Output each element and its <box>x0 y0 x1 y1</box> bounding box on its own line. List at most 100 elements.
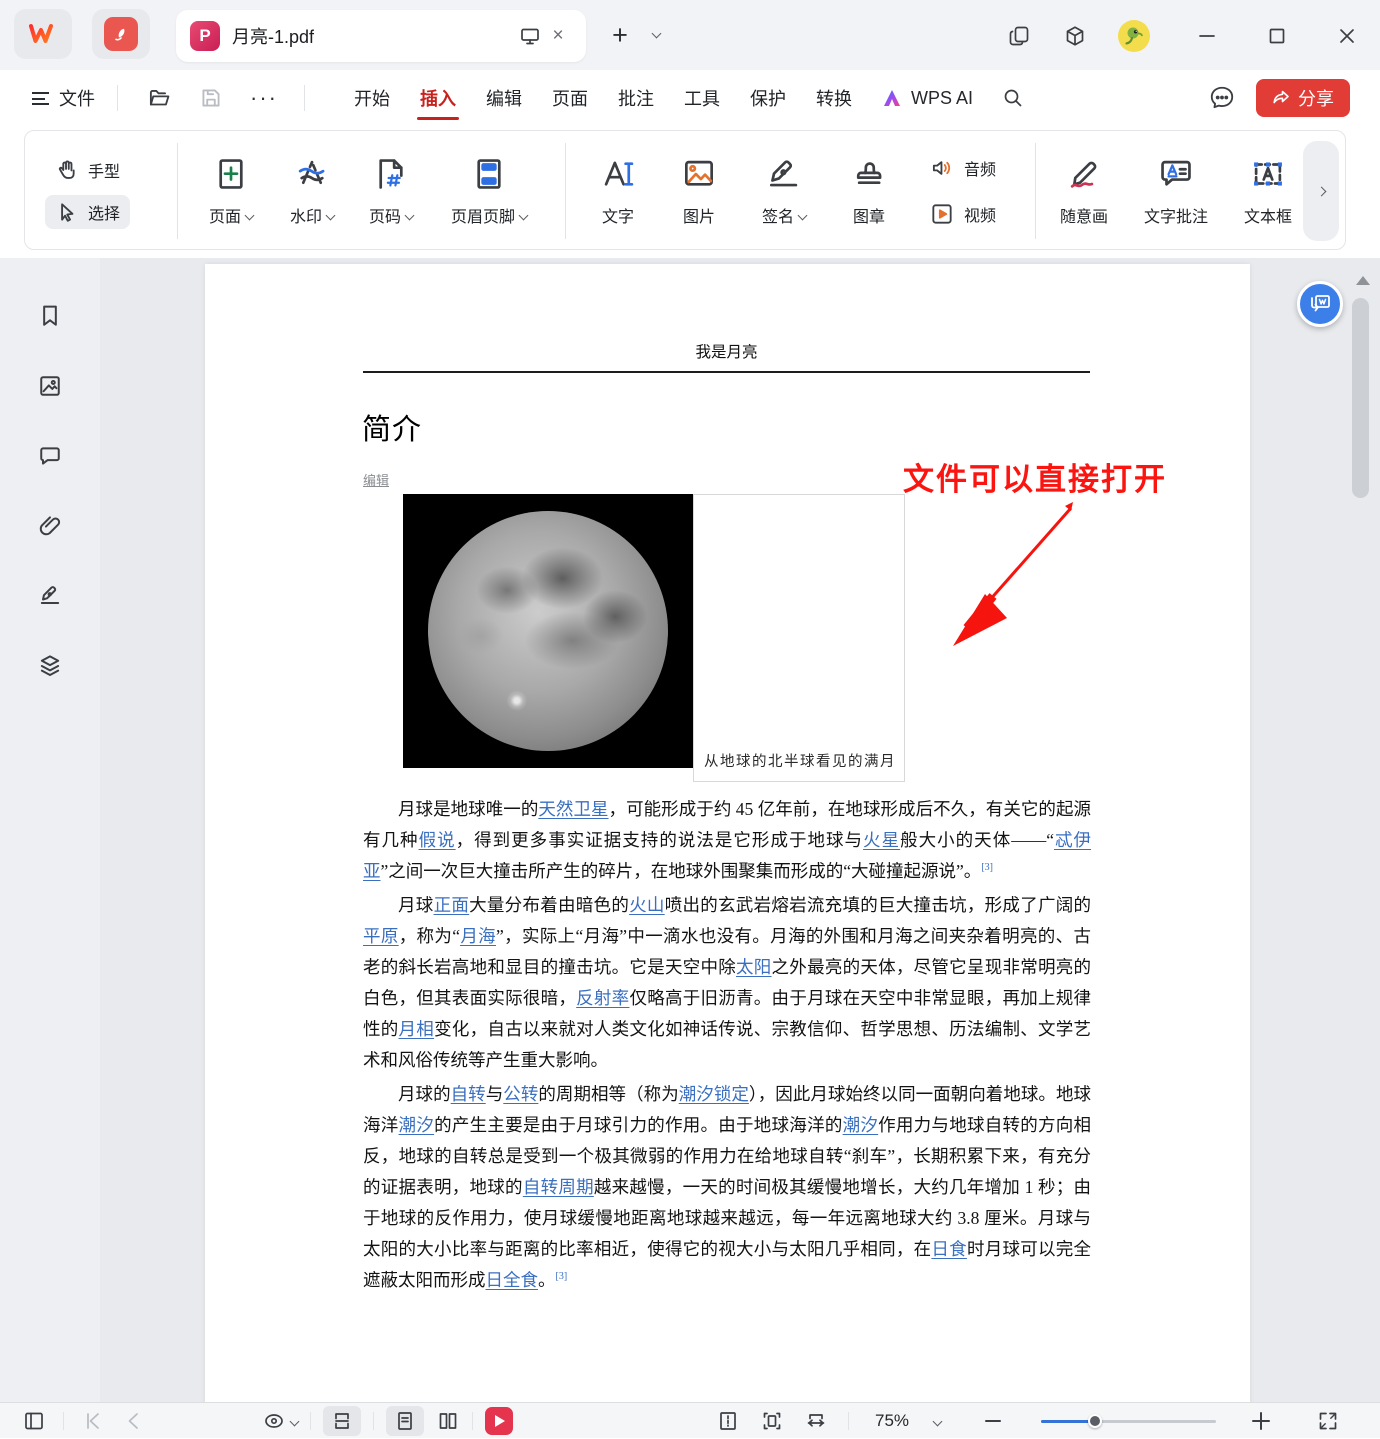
scrollbar-thumb[interactable] <box>1352 298 1369 498</box>
window-close-icon[interactable] <box>1330 21 1364 51</box>
stamp-icon <box>856 162 882 185</box>
wiki-link[interactable]: 火山 <box>629 895 665 915</box>
wiki-link[interactable]: 太阳 <box>736 957 772 977</box>
wiki-link[interactable]: 自转周期 <box>523 1177 594 1197</box>
menu-item-edit[interactable]: 编辑 <box>471 70 537 126</box>
wiki-link[interactable]: 公转 <box>503 1084 538 1104</box>
more-dots-icon[interactable]: ··· <box>250 87 278 109</box>
signature-button[interactable]: 签名 <box>739 155 829 227</box>
zoom-in-icon[interactable] <box>1252 1412 1271 1430</box>
wiki-link[interactable]: 假说 <box>419 830 456 850</box>
wiki-link[interactable]: 平原 <box>363 926 399 946</box>
watermark-button[interactable]: 水印 <box>273 155 351 227</box>
menu-item-tools[interactable]: 工具 <box>669 70 735 126</box>
page-number-button[interactable]: 页码 <box>351 155 431 227</box>
figure-caption-box: 从地球的北半球看见的满月 <box>693 494 905 782</box>
wiki-link[interactable]: 火星 <box>863 830 900 850</box>
fit-page-button[interactable] <box>716 1409 740 1433</box>
fit-width-button[interactable] <box>804 1409 828 1433</box>
comment-icon[interactable] <box>36 442 64 470</box>
audio-button[interactable]: 音频 <box>919 150 1006 186</box>
fullscreen-icon[interactable] <box>1316 1409 1340 1433</box>
monitor-icon[interactable] <box>516 22 544 50</box>
fit-screen-button[interactable] <box>760 1409 784 1433</box>
continuous-scroll-button[interactable] <box>323 1406 361 1436</box>
view-mode-button[interactable] <box>262 1409 300 1433</box>
zoom-out-icon[interactable] <box>985 1419 1002 1423</box>
copy-windows-icon[interactable] <box>1004 21 1034 51</box>
save-icon[interactable] <box>198 85 224 111</box>
open-folder-icon[interactable] <box>146 85 172 111</box>
wps-app-button[interactable] <box>14 9 72 59</box>
two-page-button[interactable] <box>436 1409 460 1433</box>
edit-link[interactable]: 编辑 <box>363 470 389 489</box>
search-icon[interactable] <box>1001 86 1025 110</box>
hand-tool-button[interactable]: 手型 <box>45 153 130 187</box>
menu-item-annotate[interactable]: 批注 <box>603 70 669 126</box>
menu-item-wps-ai[interactable]: WPS AI <box>867 88 987 109</box>
reference-superscript[interactable]: [3] <box>556 1271 568 1282</box>
minimize-icon[interactable] <box>1190 21 1224 51</box>
prev-page-icon[interactable] <box>122 1409 146 1433</box>
cube-icon[interactable] <box>1060 21 1090 51</box>
zoom-slider-knob[interactable] <box>1088 1414 1103 1428</box>
wiki-link[interactable]: 潮汐 <box>399 1115 435 1135</box>
page-add-icon <box>219 159 243 189</box>
text-comment-button[interactable]: 文字批注 <box>1127 155 1225 227</box>
share-button[interactable]: 分享 <box>1256 79 1350 117</box>
menu-item-insert[interactable]: 插入 <box>405 70 471 126</box>
insert-image-button[interactable]: 图片 <box>659 155 739 227</box>
thumbnail-icon[interactable] <box>36 372 64 400</box>
wiki-link[interactable]: 日食 <box>931 1239 967 1259</box>
scroll-up-icon[interactable] <box>1356 276 1370 285</box>
select-tool-button[interactable]: 选择 <box>45 195 131 229</box>
file-menu-button[interactable]: 文件 <box>32 85 95 111</box>
divider <box>117 85 118 111</box>
zoom-level[interactable]: 75% <box>875 1411 909 1431</box>
single-page-button[interactable] <box>386 1406 424 1436</box>
expand-ribbon-button[interactable] <box>1303 141 1339 241</box>
wiki-link[interactable]: 月海 <box>460 926 496 946</box>
settings-dots-icon[interactable] <box>1208 84 1236 112</box>
insert-text-button[interactable]: 文字 <box>577 155 659 227</box>
zoom-slider[interactable] <box>1041 1414 1217 1428</box>
sign-icon[interactable] <box>36 582 64 610</box>
panel-icon[interactable] <box>22 1409 46 1433</box>
avatar[interactable] <box>1117 20 1151 52</box>
menu-item-home[interactable]: 开始 <box>339 70 405 126</box>
stamp-button[interactable]: 图章 <box>829 155 909 227</box>
wiki-link[interactable]: 正面 <box>434 895 470 915</box>
zoom-chevron-icon[interactable] <box>932 1416 943 1426</box>
layers-icon[interactable] <box>36 652 64 680</box>
reference-superscript[interactable]: [3] <box>981 862 993 873</box>
menu-item-convert[interactable]: 转换 <box>801 70 867 126</box>
tab-close-icon[interactable]: × <box>544 22 572 50</box>
page-button[interactable]: 页面 <box>189 155 273 227</box>
free-draw-button[interactable]: 随意画 <box>1041 155 1127 227</box>
text-run: 的产生主要是由于月球引力的作用。由于地球海洋的 <box>434 1115 843 1135</box>
wiki-link[interactable]: 潮汐锁定 <box>679 1084 749 1104</box>
wiki-link[interactable]: 月相 <box>399 1019 435 1039</box>
maximize-icon[interactable] <box>1260 21 1294 51</box>
wiki-link[interactable]: 潮汐 <box>843 1115 879 1135</box>
menu-item-protect[interactable]: 保护 <box>735 70 801 126</box>
wiki-link[interactable]: 反射率 <box>576 988 629 1008</box>
menu-item-page[interactable]: 页面 <box>537 70 603 126</box>
wiki-link[interactable]: 自转 <box>451 1084 486 1104</box>
tab-list-chevron-icon[interactable] <box>651 28 662 39</box>
first-page-icon[interactable] <box>81 1409 105 1433</box>
pdf-page: 我是月亮 简介 编辑 从地球的北半球看见的满月 文件可以直接打开 月球是地球唯一… <box>205 264 1250 1402</box>
new-tab-button[interactable]: + <box>604 20 636 51</box>
pdf-app-button[interactable] <box>92 9 150 59</box>
header-footer-button[interactable]: 页眉页脚 <box>431 155 547 227</box>
play-button[interactable] <box>485 1407 513 1435</box>
wiki-link[interactable]: 日全食 <box>486 1270 539 1290</box>
document-tab[interactable]: P 月亮-1.pdf × <box>176 10 586 62</box>
fit-screen-icon <box>763 1412 781 1430</box>
bookmark-icon[interactable] <box>36 302 64 330</box>
attachment-icon[interactable] <box>36 512 64 540</box>
wiki-link[interactable]: 天然卫星 <box>538 799 608 819</box>
convert-to-word-button[interactable] <box>1297 281 1343 327</box>
text-box-button[interactable]: 文本框 <box>1225 155 1311 227</box>
video-button[interactable]: 视频 <box>919 196 1006 232</box>
